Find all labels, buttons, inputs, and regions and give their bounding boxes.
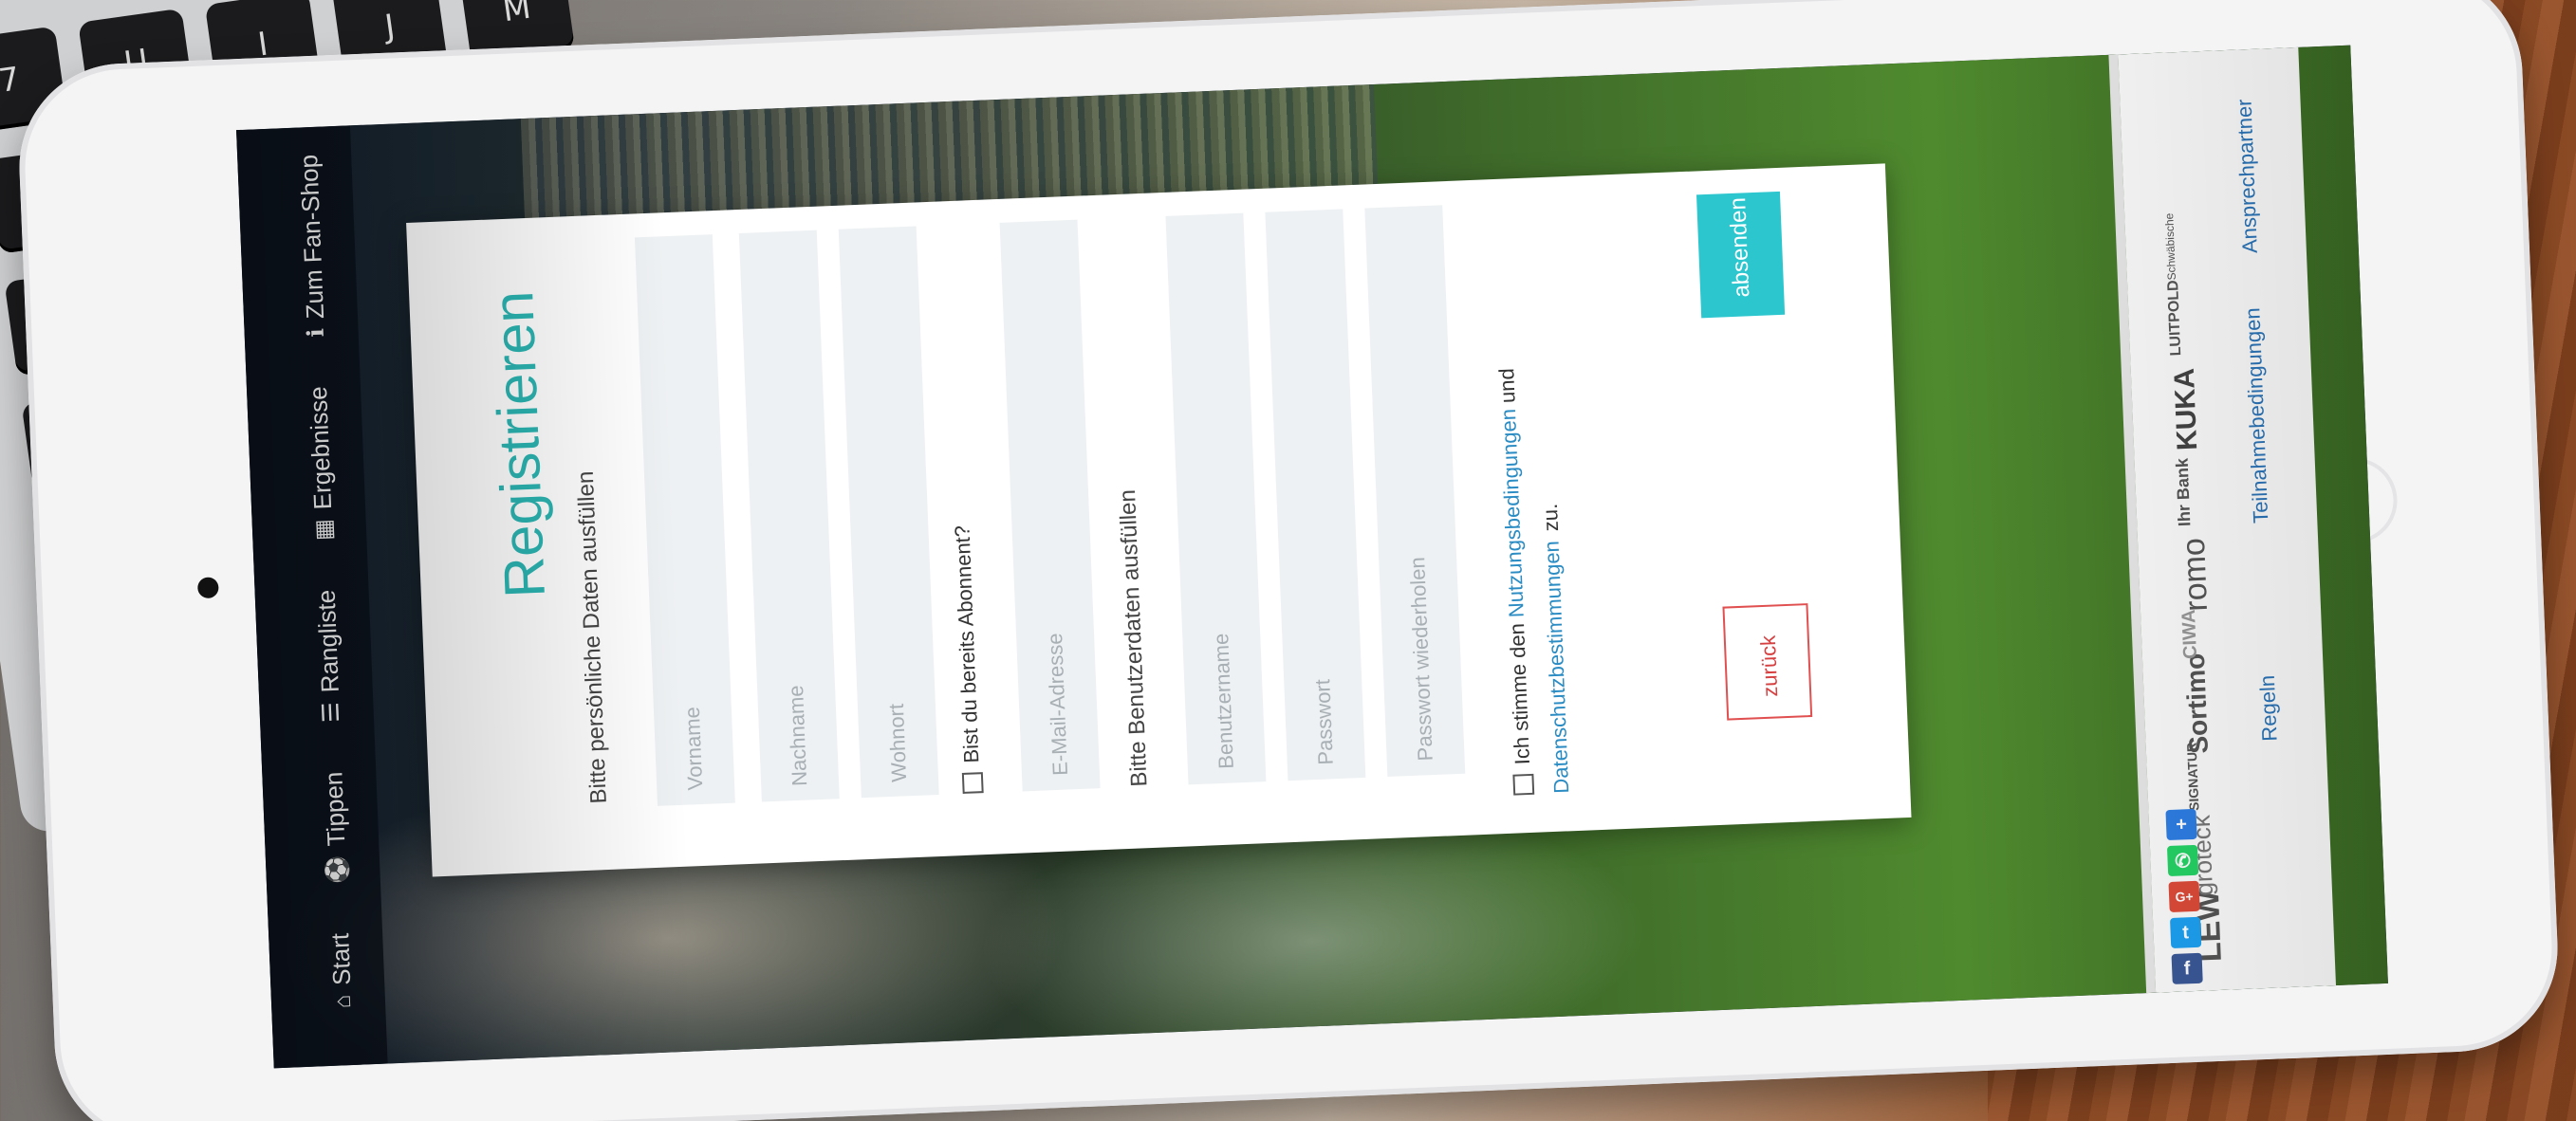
- twitter-icon[interactable]: t: [2169, 916, 2202, 948]
- sponsor-sidebar: LEW groteck SIGNATUR Sortimo CIWA romo I…: [2118, 46, 2336, 993]
- subscriber-checkbox[interactable]: Bist du bereits Abonnent?: [950, 525, 985, 795]
- sponsor-logo: LUITPOLD: [2165, 279, 2185, 357]
- sponsor-logo: KUKA: [2168, 367, 2204, 451]
- sponsor-logo: romo: [2175, 537, 2215, 613]
- footer-link-contact[interactable]: Ansprechpartner: [2232, 99, 2263, 254]
- nav-label: Zum Fan-Shop: [294, 154, 330, 320]
- user-data-hint: Bitte Benutzerdaten ausfüllen: [1114, 488, 1153, 788]
- tablet-device: ⌂ Start ⚽ Tippen ☰ Rangliste ▦ Ergebniss…: [15, 0, 2562, 1121]
- nav-item-ergebnisse[interactable]: ▦ Ergebnisse: [304, 386, 340, 542]
- sponsor-logo: Sortimo: [2179, 652, 2215, 755]
- nav-item-tippen[interactable]: ⚽ Tippen: [319, 771, 353, 885]
- placeholder: E-Mail-Adresse: [1043, 633, 1073, 777]
- footer-link-conditions[interactable]: Teilnahmebedingungen: [2240, 307, 2273, 524]
- back-button[interactable]: zurück: [1722, 603, 1813, 721]
- placeholder: Benutzername: [1209, 633, 1238, 770]
- checkbox-box[interactable]: [961, 772, 984, 794]
- football-icon: ⚽: [324, 855, 351, 885]
- placeholder: Nachname: [783, 685, 812, 787]
- terms-text: Ich stimme den Nutzungsbedingungen und: [1494, 368, 1535, 765]
- checkbox-box[interactable]: [1512, 773, 1535, 796]
- info-icon: ℹ: [303, 327, 329, 338]
- nav-list: ⌂ Start ⚽ Tippen ☰ Rangliste ▦ Ergebniss…: [294, 154, 358, 1009]
- first-name-input[interactable]: Vorname: [634, 234, 735, 806]
- sponsor-logo: Schwäbische: [2162, 212, 2179, 281]
- checkbox-label: Bist du bereits Abonnent?: [950, 524, 984, 764]
- table-icon: ▦: [310, 518, 338, 542]
- password-input[interactable]: Passwort: [1265, 209, 1366, 781]
- footer-link-rules[interactable]: Regeln: [2255, 674, 2283, 742]
- whatsapp-icon[interactable]: ✆: [2166, 844, 2199, 877]
- privacy-link[interactable]: Datenschutzbestimmungen: [1540, 541, 1575, 794]
- nav-item-start[interactable]: ⌂ Start: [325, 932, 358, 1009]
- terms-mid: und: [1494, 367, 1520, 410]
- googleplus-icon[interactable]: G+: [2168, 880, 2200, 913]
- submit-button[interactable]: absenden: [1696, 191, 1786, 319]
- camera-icon: [196, 577, 219, 599]
- nav-label: Rangliste: [311, 589, 344, 693]
- back-label: zurück: [1755, 634, 1783, 698]
- terms-link[interactable]: Nutzungsbedingungen: [1496, 409, 1529, 618]
- last-name-input[interactable]: Nachname: [738, 230, 840, 802]
- sponsor-logo: Ihr Bank: [2172, 457, 2195, 527]
- placeholder: Passwort: [1310, 678, 1338, 766]
- register-form: Registrieren Bitte persönliche Daten aus…: [406, 163, 1912, 877]
- username-input[interactable]: Benutzername: [1165, 212, 1267, 785]
- nav-item-rangliste[interactable]: ☰ Rangliste: [312, 589, 347, 723]
- nav-label: Start: [325, 932, 357, 986]
- sponsor-logo: CIWA: [2178, 609, 2202, 660]
- placeholder: Wohnort: [883, 703, 912, 783]
- city-input[interactable]: Wohnort: [838, 226, 939, 799]
- nav-label: Tippen: [319, 771, 351, 847]
- privacy-suffix: zu.: [1537, 503, 1564, 532]
- privacy-line: Datenschutzbestimmungen zu.: [1538, 503, 1574, 794]
- nav-item-fan-shop[interactable]: ℹ Zum Fan-Shop: [294, 154, 331, 338]
- tablet-screen: ⌂ Start ⚽ Tippen ☰ Rangliste ▦ Ergebniss…: [236, 45, 2388, 1069]
- placeholder: Vorname: [679, 706, 708, 791]
- password-repeat-input[interactable]: Passwort wiederholen: [1364, 205, 1466, 777]
- share-plus-icon[interactable]: +: [2165, 808, 2197, 841]
- page-title: Registrieren: [481, 289, 558, 599]
- email-input[interactable]: E-Mail-Adresse: [999, 219, 1101, 792]
- home-icon: ⌂: [329, 994, 356, 1009]
- personal-data-hint: Bitte persönliche Daten ausfüllen: [572, 470, 612, 804]
- placeholder: Passwort wiederholen: [1405, 556, 1437, 762]
- terms-prefix: Ich stimme den: [1504, 616, 1534, 765]
- terms-checkbox[interactable]: Ich stimme den Nutzungsbedingungen und: [1494, 368, 1536, 796]
- list-icon: ☰: [318, 701, 345, 724]
- facebook-icon[interactable]: f: [2171, 952, 2203, 984]
- submit-label: absenden: [1725, 196, 1755, 299]
- nav-label: Ergebnisse: [303, 385, 338, 510]
